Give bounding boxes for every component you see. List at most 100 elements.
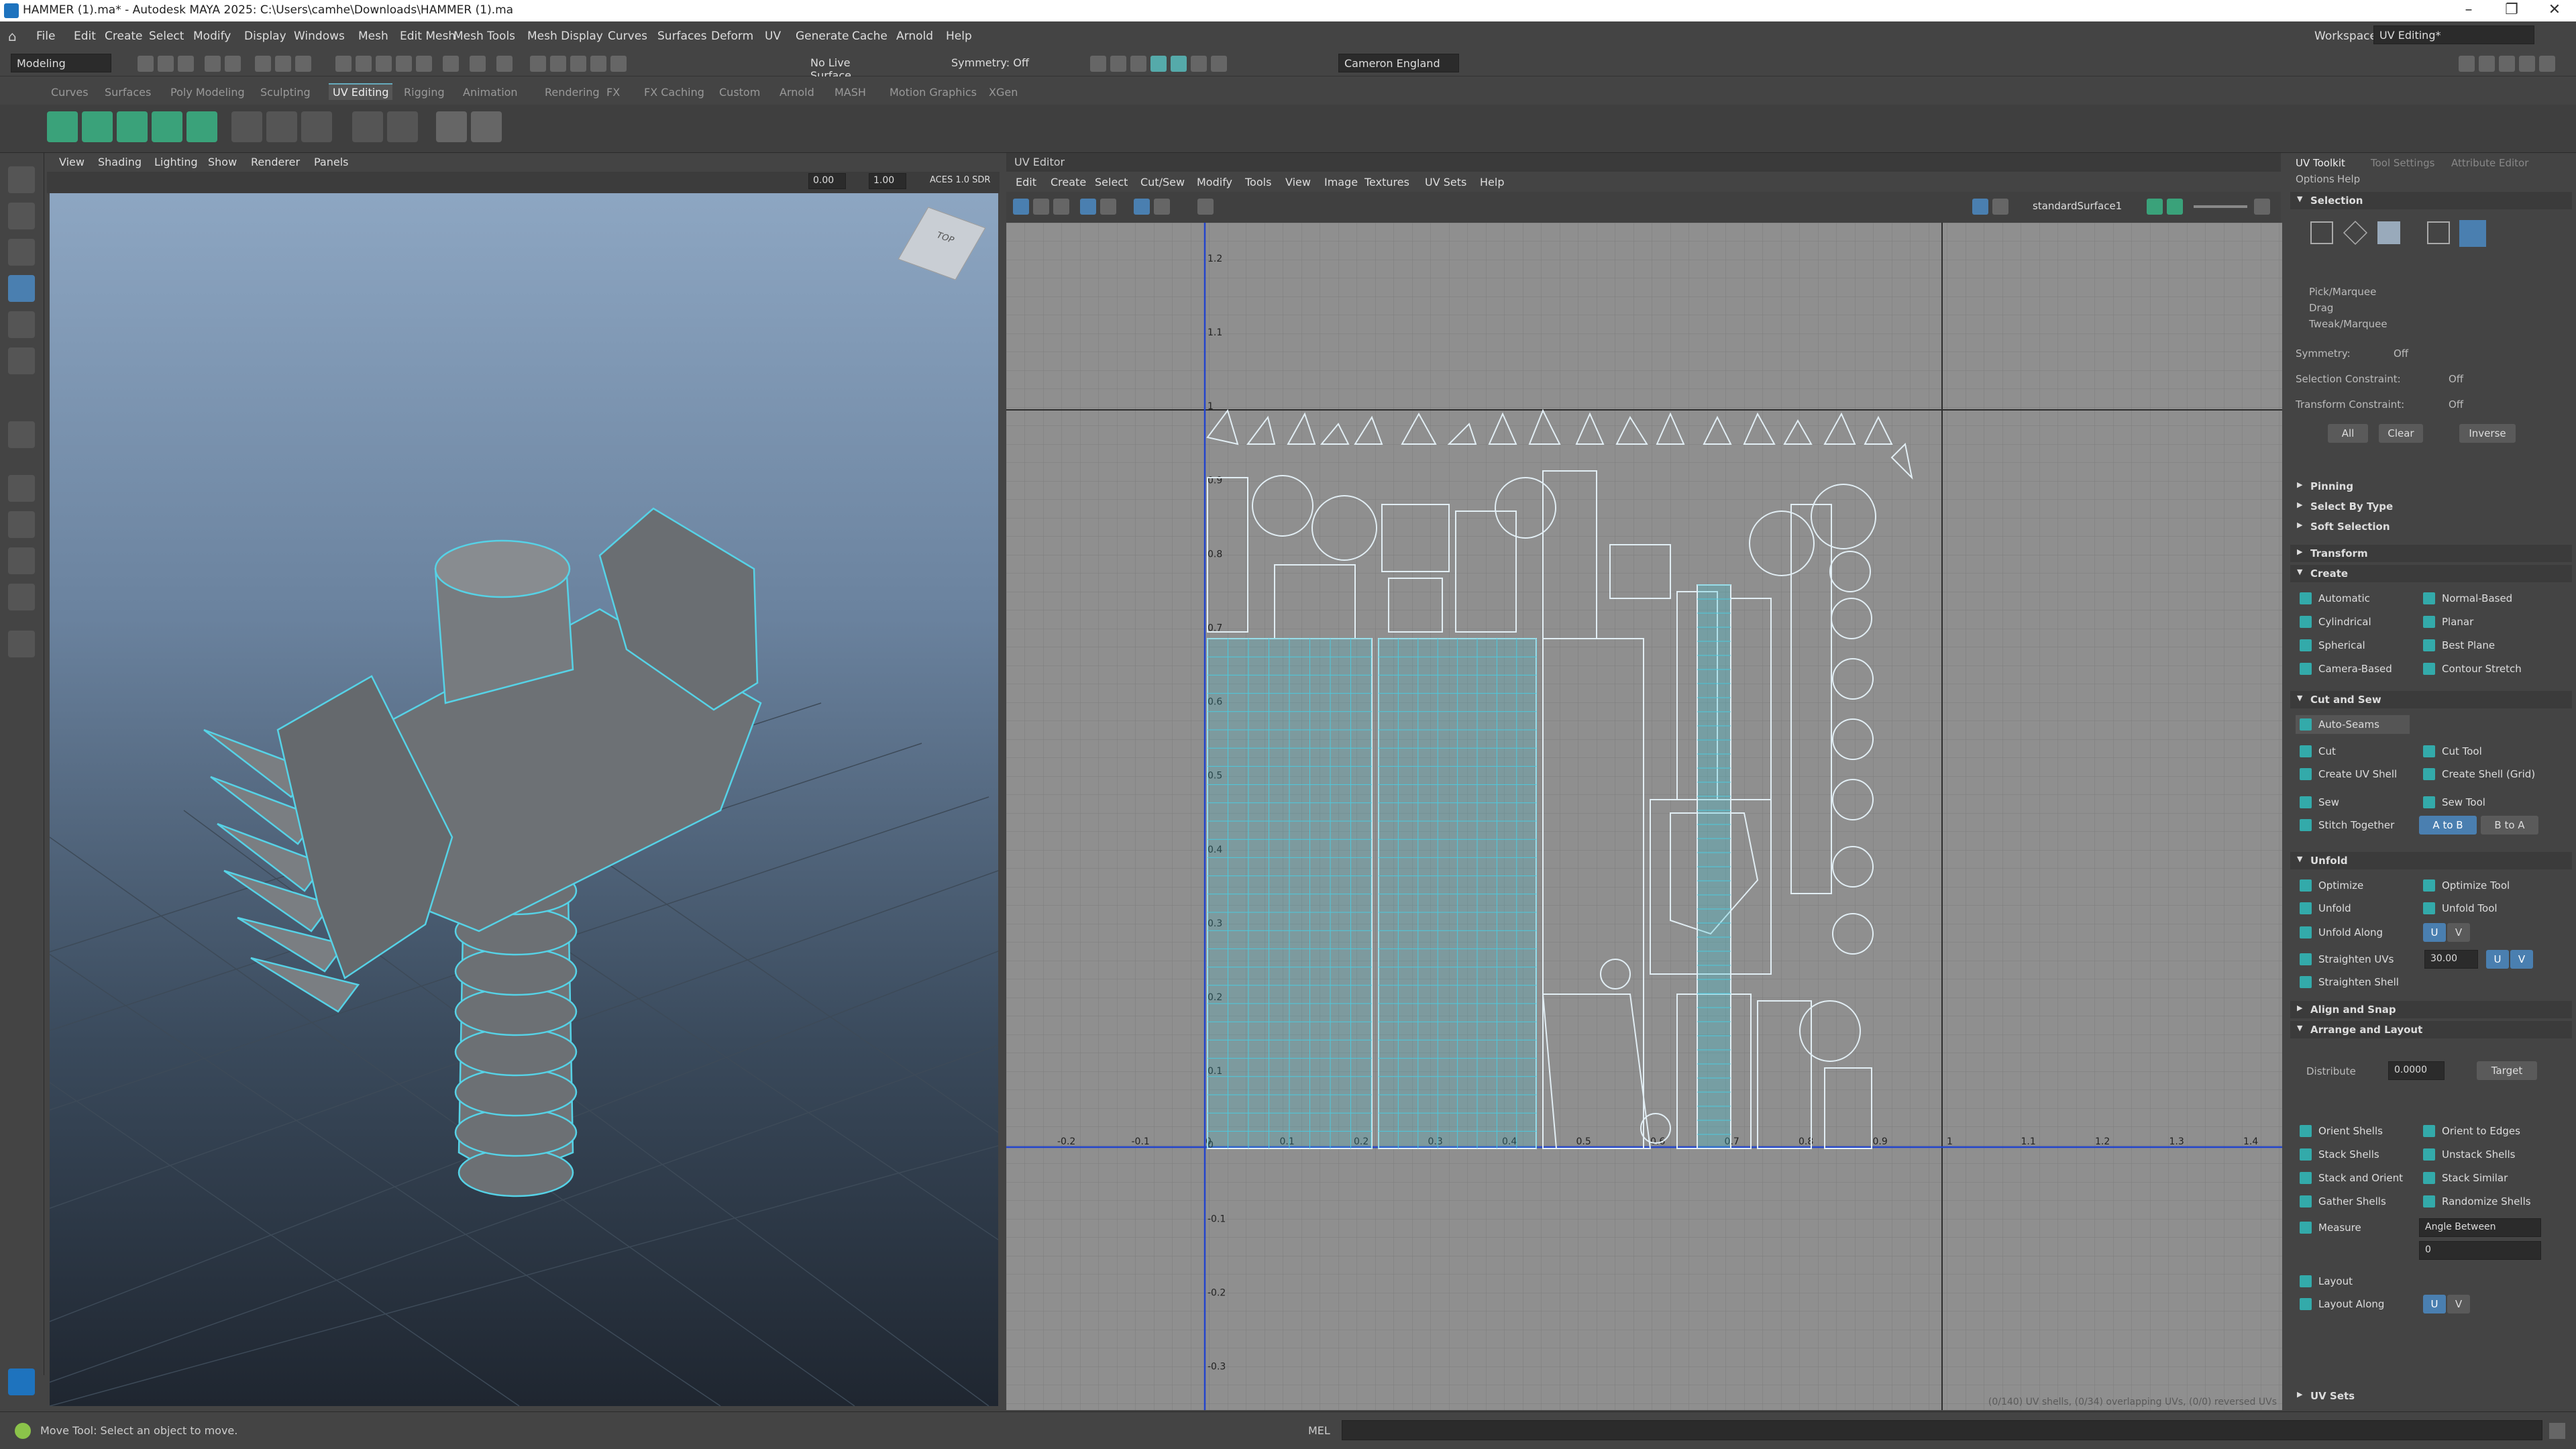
create-cylindrical-button[interactable]: Cylindrical <box>2296 612 2371 631</box>
shelf-tab-mash[interactable]: MASH <box>835 86 866 99</box>
perspective-viewport[interactable]: TOP <box>50 193 998 1406</box>
menu-generate[interactable]: Generate <box>796 30 849 43</box>
uv-gamma-icon[interactable] <box>2167 199 2183 215</box>
viewport-menu-panels[interactable]: Panels <box>314 156 349 168</box>
attribute-editor-icon[interactable] <box>2499 56 2515 72</box>
selection-constraint-value[interactable]: Off <box>2449 373 2463 385</box>
shelf-tab-poly-modeling[interactable]: Poly Modeling <box>170 86 245 99</box>
construction-history-icon[interactable] <box>496 56 513 72</box>
section-create[interactable]: Create <box>2290 565 2572 582</box>
unfold-along-v-button[interactable]: V <box>2447 923 2470 942</box>
uv-menu-tools[interactable]: Tools <box>1245 176 1271 189</box>
shelf-tab-custom[interactable]: Custom <box>719 86 760 99</box>
radio-pick-marquee[interactable]: Pick/Marquee <box>2309 286 2376 298</box>
uv-menu-edit[interactable]: Edit <box>1016 176 1036 189</box>
input-output-icon[interactable] <box>470 56 486 72</box>
isolate-icon[interactable] <box>590 56 606 72</box>
create-uv-shell-button[interactable]: Create UV Shell <box>2296 765 2397 784</box>
delete-uv-shelf-icon[interactable] <box>387 111 418 142</box>
menu-select[interactable]: Select <box>149 30 184 43</box>
lasso-icon[interactable] <box>530 56 546 72</box>
cut-uv-shelf-icon[interactable] <box>231 111 262 142</box>
stack-and-orient-button[interactable]: Stack and Orient <box>2296 1169 2403 1187</box>
unfold-tool-button[interactable]: Unfold Tool <box>2419 899 2498 918</box>
script-editor-icon[interactable] <box>2549 1423 2565 1439</box>
menu-cache[interactable]: Cache <box>852 30 888 43</box>
tab-attribute-editor[interactable]: Attribute Editor <box>2451 157 2528 169</box>
unfold-button[interactable]: Unfold <box>2296 899 2351 918</box>
uv-shell-icon[interactable] <box>1080 199 1096 215</box>
uv-menu-cut-sew[interactable]: Cut/Sew <box>1140 176 1185 189</box>
toolkit-options-menu[interactable]: Options <box>2296 173 2334 185</box>
select-shell-icon[interactable] <box>2459 220 2486 247</box>
tab-tool-settings[interactable]: Tool Settings <box>2371 157 2434 169</box>
snap-point-icon[interactable] <box>376 56 392 72</box>
shelf-tab-uv-editing[interactable]: UV Editing <box>329 83 393 100</box>
sew-uv-shelf-icon[interactable] <box>266 111 297 142</box>
user-account-dropdown[interactable]: Cameron England <box>1338 54 1459 72</box>
texture-shelf-icon[interactable] <box>471 111 502 142</box>
section-selection[interactable]: Selection <box>2290 192 2572 209</box>
viewport-menu-view[interactable]: View <box>59 156 85 168</box>
section-transform[interactable]: Transform <box>2290 545 2572 562</box>
uv-dim-icon[interactable] <box>1992 199 2008 215</box>
create-shell-grid-button[interactable]: Create Shell (Grid) <box>2419 765 2535 784</box>
create-planar-button[interactable]: Planar <box>2419 612 2473 631</box>
select-face-icon[interactable] <box>2377 221 2400 244</box>
a-to-b-button[interactable]: A to B <box>2419 816 2477 835</box>
menu-mesh-display[interactable]: Mesh Display <box>527 30 603 43</box>
layout-button[interactable]: Layout <box>2296 1272 2353 1291</box>
render-settings-icon[interactable] <box>1150 56 1167 72</box>
create-spherical-button[interactable]: Spherical <box>2296 636 2365 655</box>
straighten-uvs-button[interactable]: Straighten UVs <box>2296 950 2394 969</box>
tool-settings-icon[interactable] <box>2519 56 2535 72</box>
shelf-tab-fx[interactable]: FX <box>606 86 620 99</box>
shelf-tab-curves[interactable]: Curves <box>51 86 89 99</box>
uv-grid-canvas[interactable]: -0.2 -0.1 0 0.1 0.2 0.3 0.4 0.5 0.6 0.7 0.8 0.9 1 1.1… <box>1006 223 2282 1410</box>
menu-mesh-tools[interactable]: Mesh Tools <box>453 30 515 43</box>
select-tool-icon[interactable] <box>8 166 35 193</box>
menu-file[interactable]: File <box>36 30 55 43</box>
live-surface-field[interactable]: No Live Surface <box>805 54 899 82</box>
arnold-render-icon[interactable] <box>1191 56 1207 72</box>
unfold-shelf-icon[interactable] <box>301 111 332 142</box>
cut-button[interactable]: Cut <box>2296 742 2336 761</box>
create-automatic-button[interactable]: Automatic <box>2296 589 2370 608</box>
uv-spherical-shelf-icon[interactable] <box>117 111 148 142</box>
menu-create[interactable]: Create <box>105 30 143 43</box>
uv-menu-image[interactable]: Image <box>1324 176 1358 189</box>
new-scene-icon[interactable] <box>138 56 154 72</box>
stack-similar-button[interactable]: Stack Similar <box>2419 1169 2508 1187</box>
persp-outliner-icon[interactable] <box>8 547 35 574</box>
command-input[interactable] <box>1342 1420 2542 1440</box>
shelf-tab-motion-graphics[interactable]: Motion Graphics <box>890 86 977 99</box>
menu-uv[interactable]: UV <box>765 30 781 43</box>
transform-constraint-value[interactable]: Off <box>2449 398 2463 411</box>
restore-icon[interactable]: ❐ <box>2490 0 2533 21</box>
radio-drag[interactable]: Drag <box>2309 302 2333 314</box>
measure-mode-dropdown[interactable]: Angle Between <box>2419 1218 2541 1237</box>
optimize-button[interactable]: Optimize <box>2296 876 2363 895</box>
uv-menu-select[interactable]: Select <box>1095 176 1128 189</box>
move-tool-icon[interactable] <box>8 275 35 302</box>
create-contour-stretch-button[interactable]: Contour Stretch <box>2419 659 2522 678</box>
scale-tool-icon[interactable] <box>8 347 35 374</box>
orient-to-edges-button[interactable]: Orient to Edges <box>2419 1122 2520 1140</box>
uv-menu-modify[interactable]: Modify <box>1197 176 1232 189</box>
gather-shells-button[interactable]: Gather Shells <box>2296 1192 2386 1211</box>
outliner-layout-icon[interactable] <box>8 584 35 610</box>
menu-deform[interactable]: Deform <box>711 30 753 43</box>
snap-surface-icon[interactable] <box>416 56 432 72</box>
uv-menu-textures[interactable]: Textures <box>1364 176 1409 189</box>
clear-selection-button[interactable]: Clear <box>2379 424 2423 443</box>
snap-grid-icon[interactable] <box>335 56 352 72</box>
workspace-dropdown[interactable]: UV Editing* <box>2373 25 2534 44</box>
shelf-tab-xgen[interactable]: XGen <box>989 86 1018 99</box>
layout-shelf-icon[interactable] <box>352 111 383 142</box>
symmetry-value[interactable]: Off <box>2394 347 2408 360</box>
uv-rotate-icon[interactable] <box>1053 199 1069 215</box>
straighten-shell-button[interactable]: Straighten Shell <box>2296 973 2399 991</box>
uv-menu-uv-sets[interactable]: UV Sets <box>1425 176 1466 189</box>
viewport-menu-lighting[interactable]: Lighting <box>154 156 198 168</box>
section-arrange-and-layout[interactable]: Arrange and Layout <box>2290 1021 2572 1038</box>
